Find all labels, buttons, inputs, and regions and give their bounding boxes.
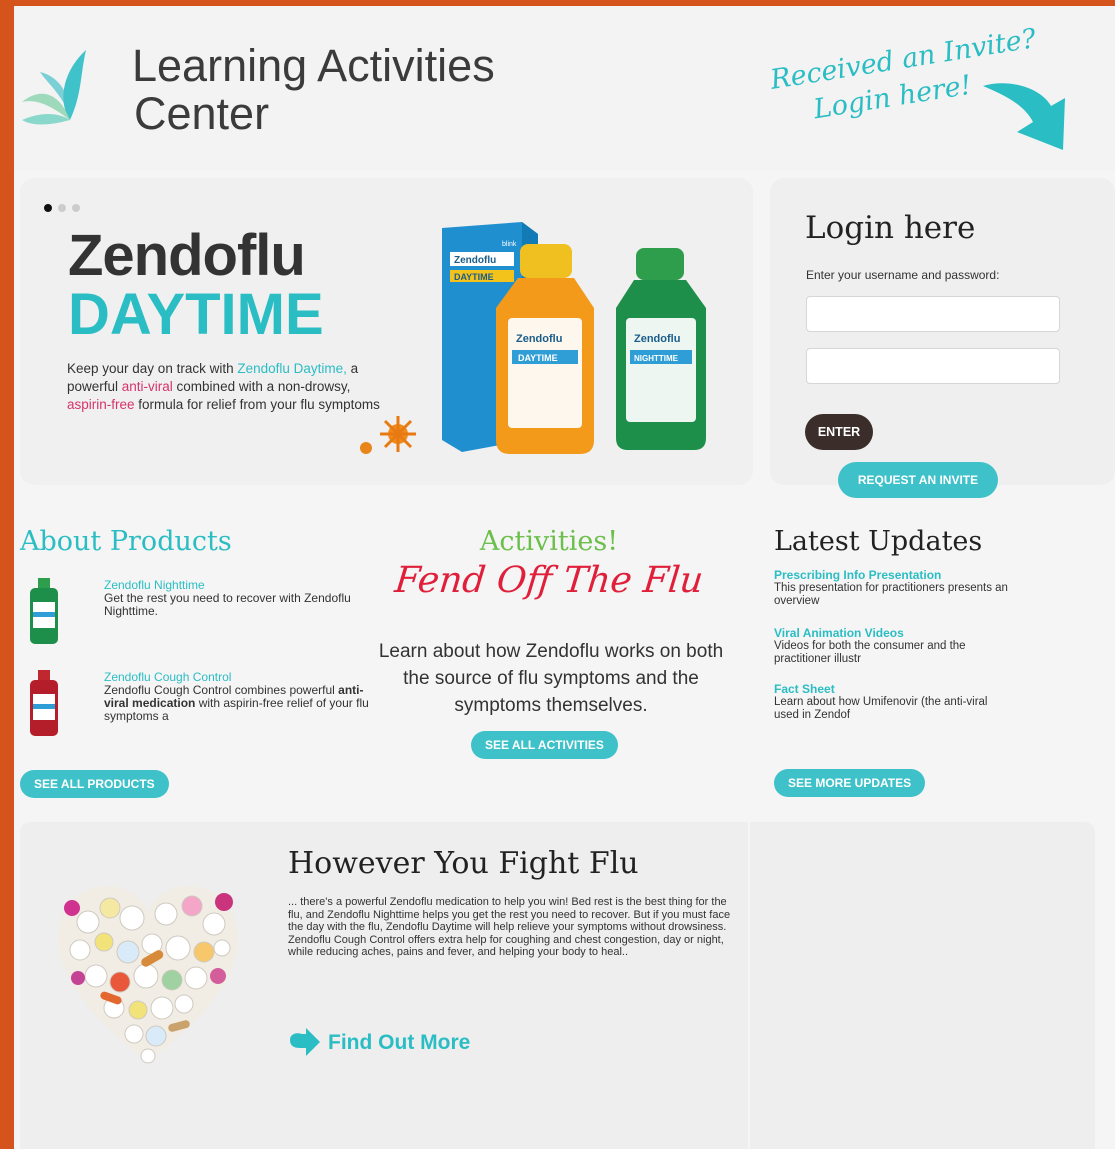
hero-title: Zendoflu (68, 223, 306, 288)
update-desc: This presentation for practitioners pres… (774, 582, 1008, 607)
password-field[interactable] (806, 348, 1060, 384)
find-out-more-link[interactable]: Find Out More (288, 1028, 470, 1058)
pill-heart-image (58, 886, 238, 1064)
fight-flu-title: However You Fight Flu (288, 846, 639, 881)
svg-text:DAYTIME: DAYTIME (518, 353, 558, 363)
activities-description: Learn about how Zendoflu works on both t… (378, 641, 724, 716)
svg-text:DAYTIME: DAYTIME (454, 272, 494, 282)
svg-text:Zendoflu: Zendoflu (634, 333, 680, 345)
header: Learning Activities Center Received an I… (14, 6, 1115, 171)
see-all-products-button[interactable]: SEE ALL PRODUCTS (20, 770, 169, 798)
carousel-dot[interactable] (58, 204, 66, 212)
update-link[interactable]: Fact Sheet (774, 682, 1014, 696)
activities-title: Activities! (479, 526, 619, 557)
see-all-activities-button[interactable]: SEE ALL ACTIVITIES (471, 731, 618, 759)
product-desc: Zendoflu Cough Control combines powerful… (104, 683, 369, 723)
butterfly-logo-icon (22, 50, 86, 125)
enter-button[interactable]: ENTER (805, 414, 873, 450)
side-panel (750, 822, 1095, 1149)
nighttime-bottle: Zendoflu NIGHTTIME (616, 248, 706, 450)
find-out-more-label: Find Out More (328, 1031, 471, 1054)
update-link[interactable]: Prescribing Info Presentation (774, 568, 1014, 582)
svg-text:Zendoflu: Zendoflu (454, 255, 496, 266)
nighttime-bottle-thumb (30, 578, 58, 644)
activities-subtitle: Fend Off The Flu (392, 560, 706, 601)
login-hint: Enter your username and password: (806, 268, 1000, 282)
about-products-title: About Products (20, 526, 232, 557)
svg-text:NIGHTTIME: NIGHTTIME (634, 354, 679, 363)
see-more-updates-button[interactable]: SEE MORE UPDATES (774, 769, 926, 797)
curved-arrow-icon (983, 83, 1065, 150)
update-desc: Videos for both the consumer and the pra… (774, 640, 966, 665)
product-item: Zendoflu Cough Control Zendoflu Cough Co… (20, 670, 370, 750)
brand-title-line2: Center (134, 88, 270, 139)
update-item: Prescribing Info Presentation This prese… (774, 568, 1014, 608)
hero-banner[interactable]: Zendoflu DAYTIME Keep your day on track … (20, 178, 753, 485)
svg-text:blink: blink (502, 241, 517, 248)
update-link[interactable]: Viral Animation Videos (774, 626, 1014, 640)
invite-login-link[interactable]: Received an Invite? Login here! (749, 23, 1089, 168)
fight-flu-text: ... there's a powerful Zendoflu medicati… (288, 896, 731, 958)
product-desc: Get the rest you need to recover with Ze… (104, 591, 351, 618)
product-item: Zendoflu Nighttime Get the rest you need… (20, 578, 370, 658)
update-item: Viral Animation Videos Videos for both t… (774, 626, 1014, 666)
login-panel: Login here Enter your username and passw… (770, 178, 1115, 498)
brand-title-line1: Learning Activities (132, 40, 495, 91)
update-desc: Learn about how Umifenovir (the anti-vir… (774, 696, 988, 721)
orange-flower-icon (360, 416, 416, 454)
username-field[interactable] (806, 296, 1060, 332)
request-invite-button[interactable]: REQUEST AN INVITE (838, 462, 998, 498)
hero-subtitle: DAYTIME (68, 282, 324, 347)
login-title: Login here (805, 210, 976, 246)
product-bottles-image: Zendoflu DAYTIME blink Zendoflu DAYTIME … (360, 222, 706, 454)
arrow-right-icon (290, 1028, 320, 1056)
product-link-cough-control[interactable]: Zendoflu Cough Control (104, 670, 231, 684)
svg-text:Zendoflu: Zendoflu (516, 333, 562, 345)
page-frame: Learning Activities Center Received an I… (14, 6, 1115, 1149)
latest-updates-title: Latest Updates (774, 526, 983, 557)
carousel-dots (44, 204, 80, 212)
product-link-nighttime[interactable]: Zendoflu Nighttime (104, 578, 205, 592)
carousel-dot[interactable] (72, 204, 80, 212)
update-item: Fact Sheet Learn about how Umifenovir (t… (774, 682, 1014, 722)
carousel-dot-active[interactable] (44, 204, 52, 212)
cough-control-bottle-thumb (30, 670, 58, 736)
